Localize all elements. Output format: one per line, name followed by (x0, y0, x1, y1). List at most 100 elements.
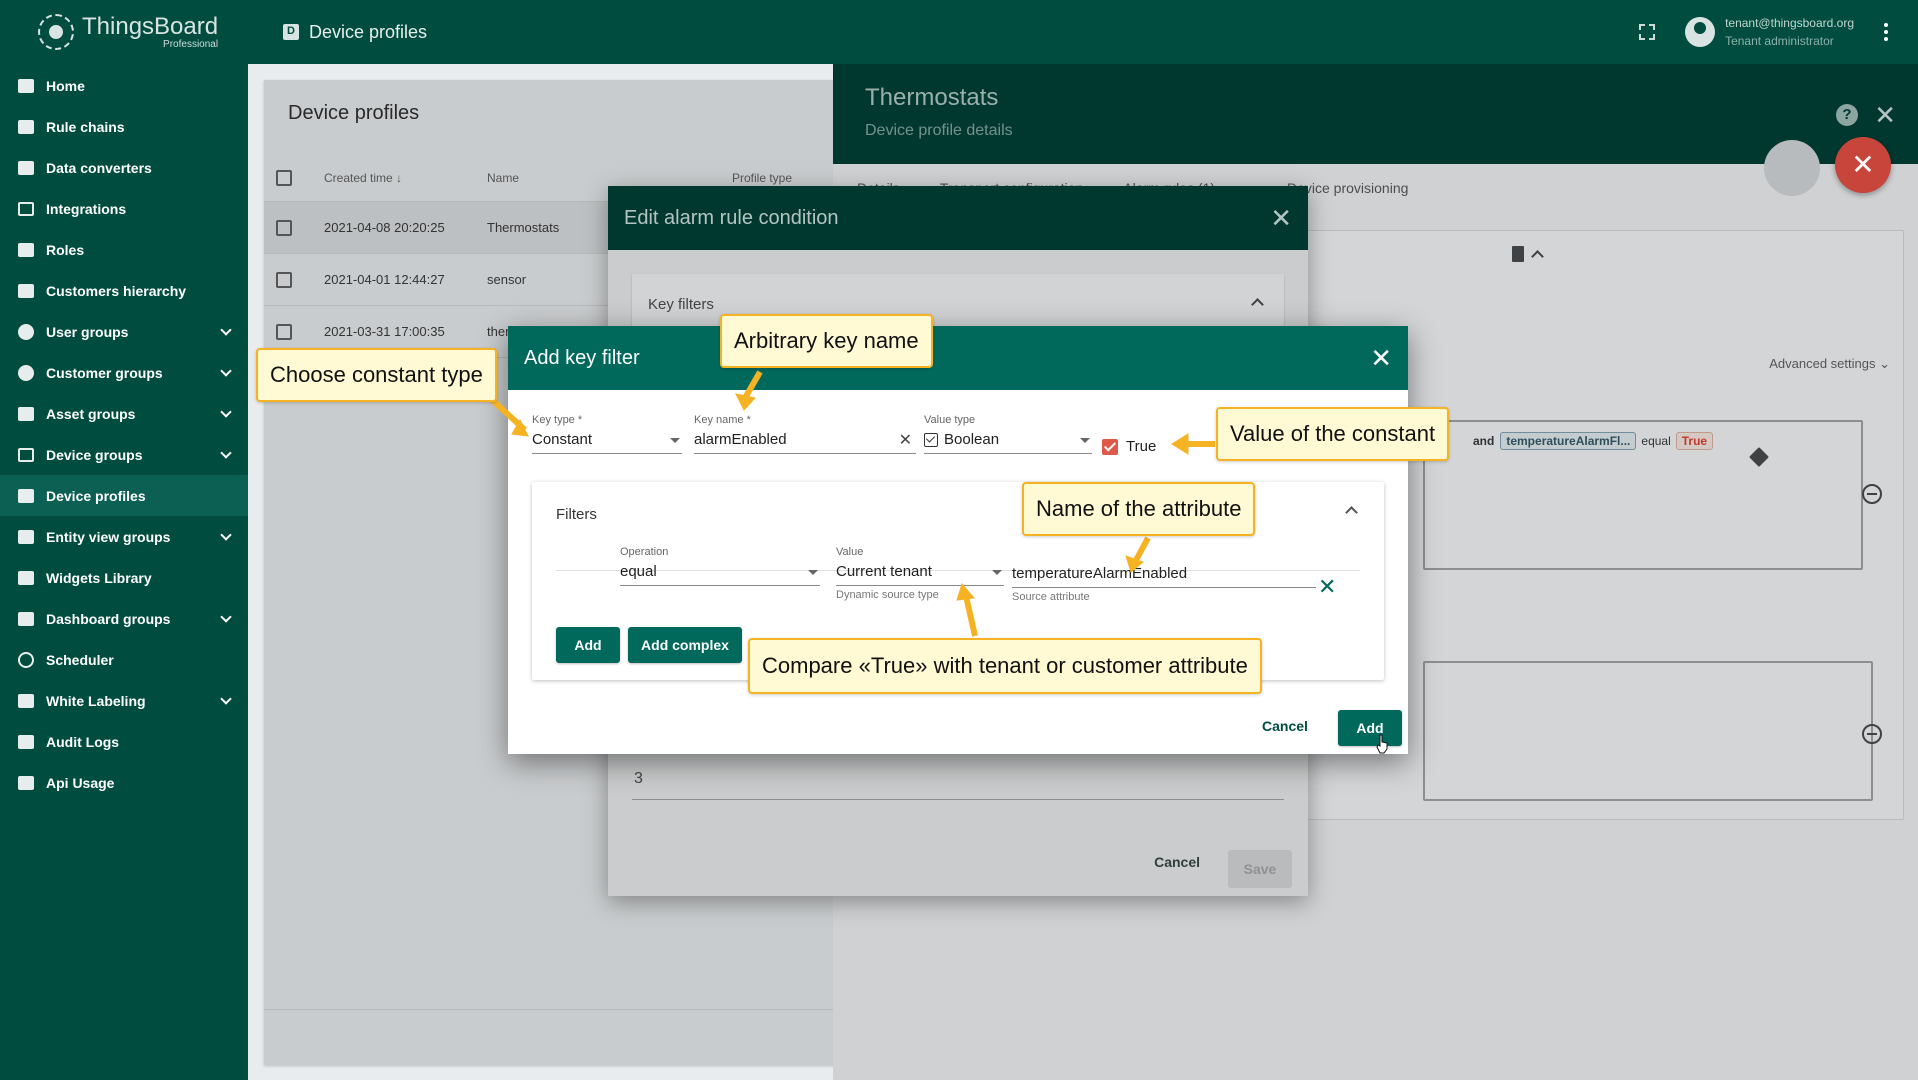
sidebar-item-user-groups[interactable]: User groups (0, 311, 248, 352)
column-name[interactable]: Name (487, 171, 732, 185)
chevron-down-icon[interactable] (220, 692, 232, 705)
rule-chain-icon (16, 118, 36, 136)
remove-clear-condition-icon[interactable] (1862, 724, 1882, 744)
list-title: Device profiles (288, 102, 420, 124)
source-attribute-input[interactable]: temperatureAlarmEnabled Source attribute (1012, 560, 1316, 603)
chevron-down-icon[interactable] (220, 528, 232, 541)
sidebar-item-label: Api Usage (46, 774, 115, 791)
alarm-save-button[interactable]: Save (1228, 850, 1292, 888)
chevron-down-icon[interactable] (220, 610, 232, 623)
sidebar-item-label: Scheduler (46, 651, 114, 668)
sidebar-item-dashboard-groups[interactable]: Dashboard groups (0, 598, 248, 639)
chevron-down-icon[interactable] (220, 323, 232, 336)
sidebar-item-label: Dashboard groups (46, 610, 171, 627)
key-name-label: Key name * (694, 414, 751, 426)
sidebar: ThingsBoard Professional Home Rule chains… (0, 0, 248, 1080)
sidebar-item-entity-view-groups[interactable]: Entity view groups (0, 516, 248, 557)
close-icon[interactable]: ✕ (1874, 100, 1896, 131)
alarm-value-field[interactable]: 3 (632, 770, 1284, 800)
details-subtitle: Device profile details (865, 122, 1013, 139)
sidebar-item-audit-logs[interactable]: Audit Logs (0, 721, 248, 762)
chevron-down-icon[interactable] (220, 364, 232, 377)
column-profile-type[interactable]: Profile type (732, 171, 792, 185)
clear-condition-box[interactable] (1423, 661, 1873, 801)
sidebar-item-widgets-library[interactable]: Widgets Library (0, 557, 248, 598)
user-info[interactable]: tenant@thingsboard.org Tenant administra… (1725, 14, 1854, 50)
sidebar-item-device-groups[interactable]: Device groups (0, 434, 248, 475)
key-cancel-button[interactable]: Cancel (1262, 718, 1308, 734)
sidebar-item-roles[interactable]: Roles (0, 229, 248, 270)
constant-value-checkbox[interactable]: True (1102, 438, 1156, 455)
close-alarm-dialog-icon[interactable]: ✕ (1270, 203, 1292, 234)
key-dialog-title: Add key filter (524, 346, 640, 369)
checked-icon (1102, 438, 1118, 455)
sidebar-item-white-labeling[interactable]: White Labeling (0, 680, 248, 721)
sidebar-item-device-profiles[interactable]: Device profiles (0, 475, 248, 516)
thingsboard-logo-icon (38, 14, 74, 50)
logo-text: ThingsBoard Professional (82, 14, 218, 50)
chevron-down-icon[interactable] (220, 405, 232, 418)
avatar[interactable] (1685, 17, 1716, 47)
remove-filter-icon[interactable]: ✕ (1318, 576, 1336, 598)
sidebar-item-label: Integrations (46, 200, 127, 217)
select-all-checkbox[interactable] (276, 169, 292, 186)
alarm-cancel-button[interactable]: Cancel (1146, 844, 1208, 880)
row-checkbox[interactable] (276, 323, 292, 340)
sidebar-item-data-converters[interactable]: Data converters (0, 147, 248, 188)
cancel-edit-button[interactable]: ✕ (1835, 137, 1891, 193)
sidebar-item-asset-groups[interactable]: Asset groups (0, 393, 248, 434)
logo[interactable]: ThingsBoard Professional (0, 0, 248, 64)
row-checkbox[interactable] (276, 219, 292, 236)
device-profile-icon (16, 487, 36, 505)
sidebar-item-api-usage[interactable]: Api Usage (0, 762, 248, 803)
list-paginator (264, 1009, 854, 1065)
delete-icon[interactable] (1512, 246, 1524, 262)
sidebar-item-home[interactable]: Home (0, 65, 248, 106)
device-profile-icon (283, 24, 299, 40)
collapse-filters-icon[interactable] (1345, 506, 1358, 519)
source-attribute-value: temperatureAlarmEnabled (1012, 565, 1188, 582)
key-add-button[interactable]: Add (1338, 710, 1402, 746)
asset-icon (16, 405, 36, 423)
home-icon (16, 77, 36, 95)
sidebar-item-customers-hierarchy[interactable]: Customers hierarchy (0, 270, 248, 311)
sidebar-item-label: Customers hierarchy (46, 282, 187, 299)
help-icon[interactable]: ? (1836, 104, 1858, 126)
add-complex-filter-button[interactable]: Add complex (628, 627, 742, 663)
key-type-select[interactable]: Key type * Constant (532, 414, 682, 454)
group-icon (16, 364, 36, 382)
advanced-settings-toggle[interactable]: Advanced settings ⌄ (1769, 356, 1890, 372)
sidebar-item-customer-groups[interactable]: Customer groups (0, 352, 248, 393)
collapse-key-filters-icon[interactable] (1251, 298, 1264, 311)
dynamic-source-select[interactable]: Value Current tenant Dynamic source type (836, 546, 1004, 601)
sidebar-item-scheduler[interactable]: Scheduler (0, 639, 248, 680)
fullscreen-icon[interactable] (1639, 24, 1656, 40)
more-vert-icon[interactable] (1884, 23, 1888, 41)
sidebar-item-integrations[interactable]: Integrations (0, 188, 248, 229)
add-filter-button[interactable]: Add (556, 627, 620, 663)
row-checkbox[interactable] (276, 271, 292, 288)
user-role: Tenant administrator (1725, 34, 1834, 48)
close-key-dialog-icon[interactable]: ✕ (1370, 345, 1392, 371)
operation-select[interactable]: Operation equal (620, 546, 820, 586)
apply-changes-button[interactable] (1764, 140, 1820, 196)
filters-title: Filters (556, 506, 597, 523)
value-type-select[interactable]: Value type Boolean (924, 414, 1092, 454)
column-created-time[interactable]: Created time ↓ (324, 171, 487, 185)
key-name-input[interactable]: Key name * alarmEnabled ✕ (694, 414, 916, 454)
condition-summary: and temperatureAlarmFl... equal True (1473, 432, 1718, 450)
constant-value-label: True (1126, 438, 1157, 455)
clear-icon[interactable]: ✕ (899, 430, 912, 450)
device-icon (16, 446, 36, 464)
sidebar-item-label: Asset groups (46, 405, 136, 422)
sidebar-item-label: Widgets Library (46, 569, 152, 586)
hand-cursor-icon (1376, 734, 1388, 754)
chevron-down-icon[interactable] (220, 446, 232, 459)
sidebar-item-label: Entity view groups (46, 528, 171, 545)
value-label: Value (836, 546, 864, 558)
remove-condition-icon[interactable] (1862, 484, 1882, 504)
dashboard-icon (16, 610, 36, 628)
sidebar-item-rule-chains[interactable]: Rule chains (0, 106, 248, 147)
details-title: Thermostats (865, 84, 999, 111)
alarm-dialog-title: Edit alarm rule condition (624, 206, 839, 229)
